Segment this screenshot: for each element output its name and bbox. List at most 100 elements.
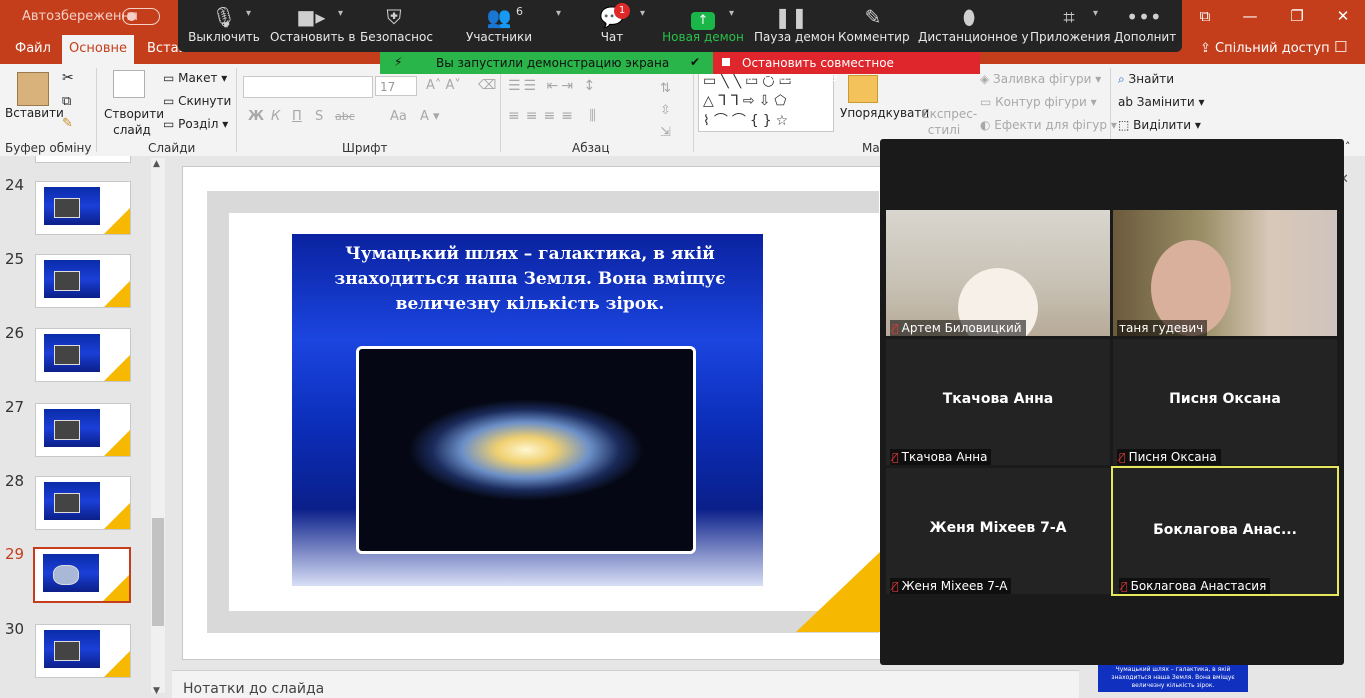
text-direction-icon[interactable]: ⇅ ⇳ ⇲: [660, 78, 671, 144]
fill-icon: ◈: [980, 72, 994, 86]
grow-font-icon[interactable]: A˄ A˅: [426, 78, 461, 93]
new-slide-button[interactable]: Створити слайд: [104, 106, 164, 138]
slide-thumbnail-selected[interactable]: [33, 547, 131, 603]
minimize-button[interactable]: —: [1237, 6, 1263, 26]
lightning-icon: ⚡: [394, 55, 403, 69]
quick-styles-button[interactable]: Експрес-стилі: [922, 106, 977, 138]
chevron-down-icon[interactable]: ▾: [246, 8, 251, 19]
list-icons[interactable]: ☰☰ ⇤⇥ ↕: [508, 78, 598, 94]
galaxy-image[interactable]: [356, 346, 696, 554]
preview-thumbnail: Чумацький шлях – галактика, в якій знахо…: [1098, 664, 1248, 692]
shape-effects-button[interactable]: ◐ Ефекти для фігур ▾: [980, 118, 1117, 132]
slide-yellow-corner: [796, 552, 880, 632]
divider: [500, 68, 501, 152]
reset-icon: ▭: [163, 94, 179, 108]
video-tile[interactable]: 🎙̸ Артем Биловицкий: [886, 210, 1110, 336]
video-tile[interactable]: Ткачова Анна 🎙̸ Ткачова Анна: [886, 339, 1110, 465]
maximize-button[interactable]: ❐: [1284, 6, 1310, 26]
divider: [96, 68, 97, 152]
stop-share-button[interactable]: Остановить совместное использование: [713, 52, 980, 84]
participant-display-name: Женя Міхеев 7-А: [929, 520, 1067, 536]
participants-count: 6: [516, 5, 523, 18]
arrange-button[interactable]: Упорядкувати: [840, 106, 929, 120]
slide-thumbnail[interactable]: [35, 181, 131, 235]
section-icon: ▭: [163, 117, 179, 131]
slide-number: 24: [5, 176, 25, 194]
paste-icon[interactable]: [17, 72, 49, 106]
slide-thumbnail-partial[interactable]: [35, 156, 131, 163]
participant-name-label: 🎙̸ Артем Биловицкий: [890, 320, 1026, 336]
muted-mic-icon: 🎙̸: [1119, 451, 1126, 464]
paragraph-group-label: Абзац: [572, 141, 610, 155]
reset-button[interactable]: ▭ Скинути: [163, 94, 231, 108]
format-painter-icon[interactable]: ✎: [62, 116, 73, 131]
pen-icon: ✎: [864, 5, 882, 29]
align-icons[interactable]: ≡≡≡≡ ⫼: [508, 108, 602, 124]
video-tile[interactable]: таня гудевич: [1113, 210, 1337, 336]
copy-icon[interactable]: ⧉: [62, 94, 71, 109]
chat-badge: 1: [614, 3, 630, 19]
underline-button[interactable]: П: [292, 109, 302, 124]
font-name-input[interactable]: [243, 76, 373, 98]
more-button[interactable]: ••• Дополнит: [1114, 0, 1176, 52]
tab-file[interactable]: Файл: [15, 41, 51, 56]
security-button[interactable]: ⛨ Безопаснос: [360, 0, 433, 52]
font-size-input[interactable]: 17: [375, 76, 417, 96]
find-button[interactable]: ⌕ Знайти: [1118, 72, 1174, 87]
remote-control-button[interactable]: ⬮ Дистанционное у: [918, 0, 1029, 52]
shape-fill-button[interactable]: ◈ Заливка фігури ▾: [980, 72, 1101, 86]
slides-scrollbar-thumb[interactable]: [152, 518, 164, 626]
annotate-button[interactable]: ✎ Комментир: [838, 0, 910, 52]
font-color-icon[interactable]: A ▾: [420, 109, 440, 124]
slide-title-text[interactable]: Чумацький шлях – галактика, в якій знахо…: [330, 242, 730, 317]
replace-button[interactable]: ab Замінити ▾: [1118, 95, 1205, 109]
scroll-down-icon[interactable]: ▼: [153, 686, 160, 696]
slide-thumbnail[interactable]: [35, 254, 131, 308]
chevron-down-icon[interactable]: ▾: [729, 8, 734, 19]
change-case-button[interactable]: Aa: [390, 109, 407, 124]
ribbon-display-icon[interactable]: ⧉: [1192, 6, 1218, 26]
collapse-ribbon-icon[interactable]: ˄: [1345, 140, 1351, 153]
tab-home[interactable]: Основне: [62, 35, 134, 64]
scroll-up-icon[interactable]: ▲: [153, 159, 160, 169]
chevron-down-icon[interactable]: ▾: [338, 8, 343, 19]
paste-button[interactable]: Вставити: [5, 106, 64, 120]
layout-button[interactable]: ▭ Макет ▾: [163, 71, 227, 85]
slide-thumbnail[interactable]: [35, 476, 131, 530]
notes-placeholder: Нотатки до слайда: [183, 681, 325, 697]
layout-icon: ▭: [163, 71, 179, 85]
select-button[interactable]: ⬚ Виділити ▾: [1118, 118, 1201, 132]
strikethrough-button[interactable]: abc: [335, 110, 355, 123]
new-slide-icon[interactable]: [113, 70, 145, 98]
video-tile[interactable]: Женя Міхеев 7-А 🎙̸ Женя Міхеев 7-А: [886, 468, 1110, 594]
slide-thumbnail[interactable]: [35, 403, 131, 457]
muted-mic-icon: 🎙̸: [892, 580, 899, 593]
slide-thumbnail[interactable]: [35, 624, 131, 678]
chevron-down-icon[interactable]: ▾: [1093, 8, 1098, 19]
cut-icon[interactable]: ✂: [62, 70, 74, 86]
participant-display-name: Ткачова Анна: [942, 391, 1054, 407]
select-icon: ⬚: [1118, 118, 1134, 132]
clear-format-icon[interactable]: ⌫: [478, 78, 496, 93]
participant-name-label: 🎙̸ Ткачова Анна: [890, 449, 992, 465]
participant-name-label: 🎙̸ Боклагова Анастасия: [1119, 578, 1271, 594]
font-group-label: Шрифт: [342, 141, 388, 155]
comments-icon[interactable]: ☐: [1334, 38, 1347, 56]
participant-display-name: Писня Оксана: [1169, 391, 1281, 407]
shadow-button[interactable]: S: [315, 109, 323, 124]
autosave-toggle[interactable]: [122, 8, 160, 25]
notes-pane[interactable]: Нотатки до слайда: [172, 670, 1079, 698]
slide-number: 27: [5, 398, 25, 416]
slide-thumbnail[interactable]: [35, 328, 131, 382]
bold-button[interactable]: Ж: [248, 109, 264, 124]
chevron-down-icon[interactable]: ▾: [640, 8, 645, 19]
pause-share-button[interactable]: ❚❚ Пауза демон: [754, 0, 835, 52]
chevron-down-icon[interactable]: ▾: [556, 8, 561, 19]
section-button[interactable]: ▭ Розділ ▾: [163, 117, 228, 131]
video-tile-active-speaker[interactable]: Боклагова Анас... 🎙̸ Боклагова Анастасия: [1111, 466, 1339, 596]
share-button[interactable]: ⇪ Спільний доступ: [1200, 41, 1330, 56]
video-tile[interactable]: Писня Оксана 🎙̸ Писня Оксана: [1113, 339, 1337, 465]
close-button[interactable]: ✕: [1330, 6, 1356, 26]
italic-button[interactable]: К: [271, 109, 280, 124]
shape-outline-button[interactable]: ▭ Контур фігури ▾: [980, 95, 1097, 109]
